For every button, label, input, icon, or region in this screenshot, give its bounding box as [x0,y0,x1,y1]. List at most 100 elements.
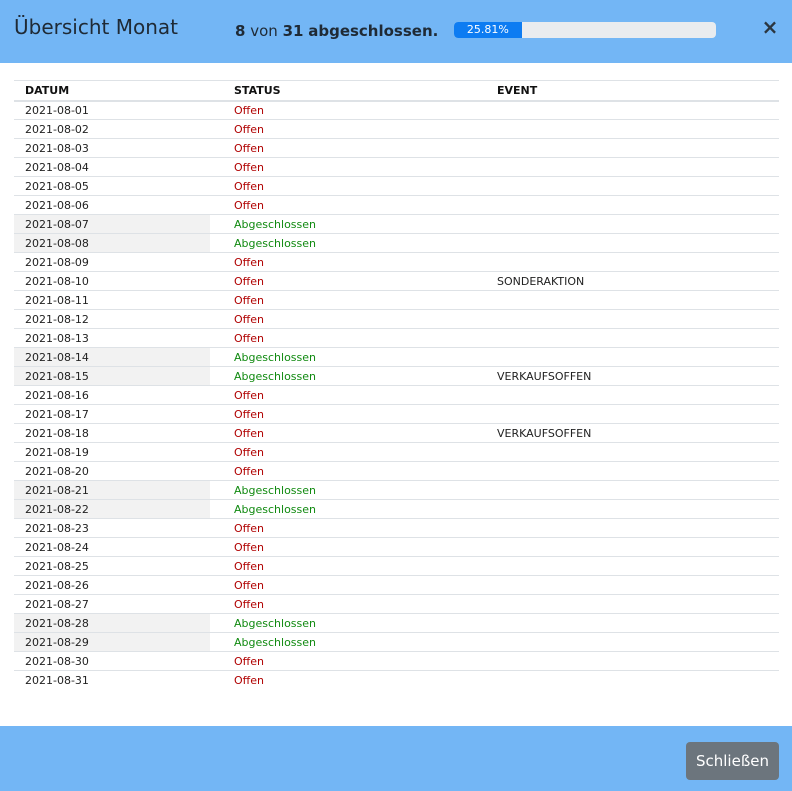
cell-date: 2021-08-14 [14,347,210,367]
cell-status: Abgeschlossen [210,613,473,633]
cell-status: Offen [234,673,264,687]
table-row: 2021-08-21 Abgeschlossen [14,480,779,500]
cell-status: Offen [210,157,473,177]
cell-status: Abgeschlossen [210,632,473,652]
cell-date: 2021-08-23 [14,518,210,538]
table-row: 2021-08-23 Offen [14,518,779,538]
von-text: von [250,22,278,40]
cell-event [473,461,779,481]
cell-date: 2021-08-12 [14,309,210,329]
cell-event: VERKAUFSOFFEN [473,366,779,386]
table-row: 2021-08-04 Offen [14,157,779,177]
table-row: 2021-08-29 Abgeschlossen [14,632,779,652]
cell-date: 2021-08-21 [14,480,210,500]
column-header-datum: DATUM [14,80,210,102]
cell-date: 2021-08-17 [14,404,210,424]
cell-date: 2021-08-22 [14,499,210,519]
cell-event: SONDERAKTION [473,271,779,291]
cell-date: 2021-08-09 [14,252,210,272]
cell-date: 2021-08-19 [14,442,210,462]
modal-header: Übersicht Monat 8 von 31 abgeschlossen. … [0,0,792,63]
cell-status: Offen [210,176,473,196]
cell-status: Offen [210,290,473,310]
cell-event [473,290,779,310]
cell-event [473,252,779,272]
cell-status: Offen [210,138,473,158]
done-label: abgeschlossen. [308,22,439,40]
table-row: 2021-08-31 Offen [14,671,779,690]
table-row: 2021-08-18 Offen VERKAUFSOFFEN [14,423,779,443]
cell-date: 2021-08-31 [25,673,89,687]
cell-date: 2021-08-08 [14,233,210,253]
cell-status: Abgeschlossen [210,233,473,253]
table-row: 2021-08-19 Offen [14,442,779,462]
progress-track: 25.81% [454,22,716,38]
cell-date: 2021-08-05 [14,176,210,196]
cell-status: Offen [210,556,473,576]
cell-event [473,499,779,519]
cell-event [473,347,779,367]
cell-event [473,404,779,424]
cell-date: 2021-08-27 [14,594,210,614]
column-header-event: EVENT [473,80,779,102]
table-row: 2021-08-12 Offen [14,309,779,329]
cell-status: Abgeschlossen [210,366,473,386]
cell-event [473,632,779,652]
cell-date: 2021-08-26 [14,575,210,595]
table-row: 2021-08-25 Offen [14,556,779,576]
cell-date: 2021-08-30 [14,651,210,671]
done-count: 8 [235,22,246,40]
cell-date: 2021-08-04 [14,157,210,177]
table-row: 2021-08-08 Abgeschlossen [14,233,779,253]
cell-date: 2021-08-20 [14,461,210,481]
table-row: 2021-08-15 Abgeschlossen VERKAUFSOFFEN [14,366,779,386]
close-icon[interactable]: × [760,16,780,38]
cell-event [473,309,779,329]
cell-date: 2021-08-11 [14,290,210,310]
cell-date: 2021-08-18 [14,423,210,443]
cell-status: Abgeschlossen [210,347,473,367]
cell-status: Abgeschlossen [210,499,473,519]
cell-event [473,671,779,690]
cell-status: Offen [210,119,473,139]
table-row: 2021-08-01 Offen [14,100,779,120]
table-row: 2021-08-13 Offen [14,328,779,348]
cell-status: Abgeschlossen [210,214,473,234]
cell-date: 2021-08-07 [14,214,210,234]
cell-event [473,556,779,576]
table-row: 2021-08-20 Offen [14,461,779,481]
total-count: 31 [282,22,304,40]
completion-summary: 8 von 31 abgeschlossen. [235,22,438,40]
cell-event [473,613,779,633]
cell-event [473,518,779,538]
cell-status: Offen [210,271,473,291]
cell-status: Offen [210,575,473,595]
cell-status: Offen [210,442,473,462]
table-row: 2021-08-16 Offen [14,385,779,405]
cell-event [473,442,779,462]
cell-event [473,195,779,215]
cell-event [473,385,779,405]
overview-table: DATUM STATUS EVENT 2021-08-01 Offen 2021-0… [14,80,779,690]
table-row: 2021-08-30 Offen [14,651,779,671]
cell-date: 2021-08-15 [14,366,210,386]
table-row: 2021-08-07 Abgeschlossen [14,214,779,234]
cell-status: Offen [210,252,473,272]
cell-event [473,214,779,234]
cell-event [473,176,779,196]
close-button[interactable]: Schließen [686,742,779,780]
table-row: 2021-08-27 Offen [14,594,779,614]
table-row: 2021-08-06 Offen [14,195,779,215]
table-row: 2021-08-05 Offen [14,176,779,196]
month-overview-modal: Übersicht Monat 8 von 31 abgeschlossen. … [0,0,792,791]
table-row: 2021-08-10 Offen SONDERAKTION [14,271,779,291]
cell-status: Offen [210,100,473,120]
table-header-row: DATUM STATUS EVENT [14,80,779,102]
cell-event: VERKAUFSOFFEN [473,423,779,443]
table-row: 2021-08-26 Offen [14,575,779,595]
table-body: 2021-08-01 Offen 2021-08-02 Offen 2021-08-03… [14,100,779,690]
table-row: 2021-08-22 Abgeschlossen [14,499,779,519]
cell-date: 2021-08-24 [14,537,210,557]
cell-event [473,480,779,500]
modal-footer [0,726,792,791]
